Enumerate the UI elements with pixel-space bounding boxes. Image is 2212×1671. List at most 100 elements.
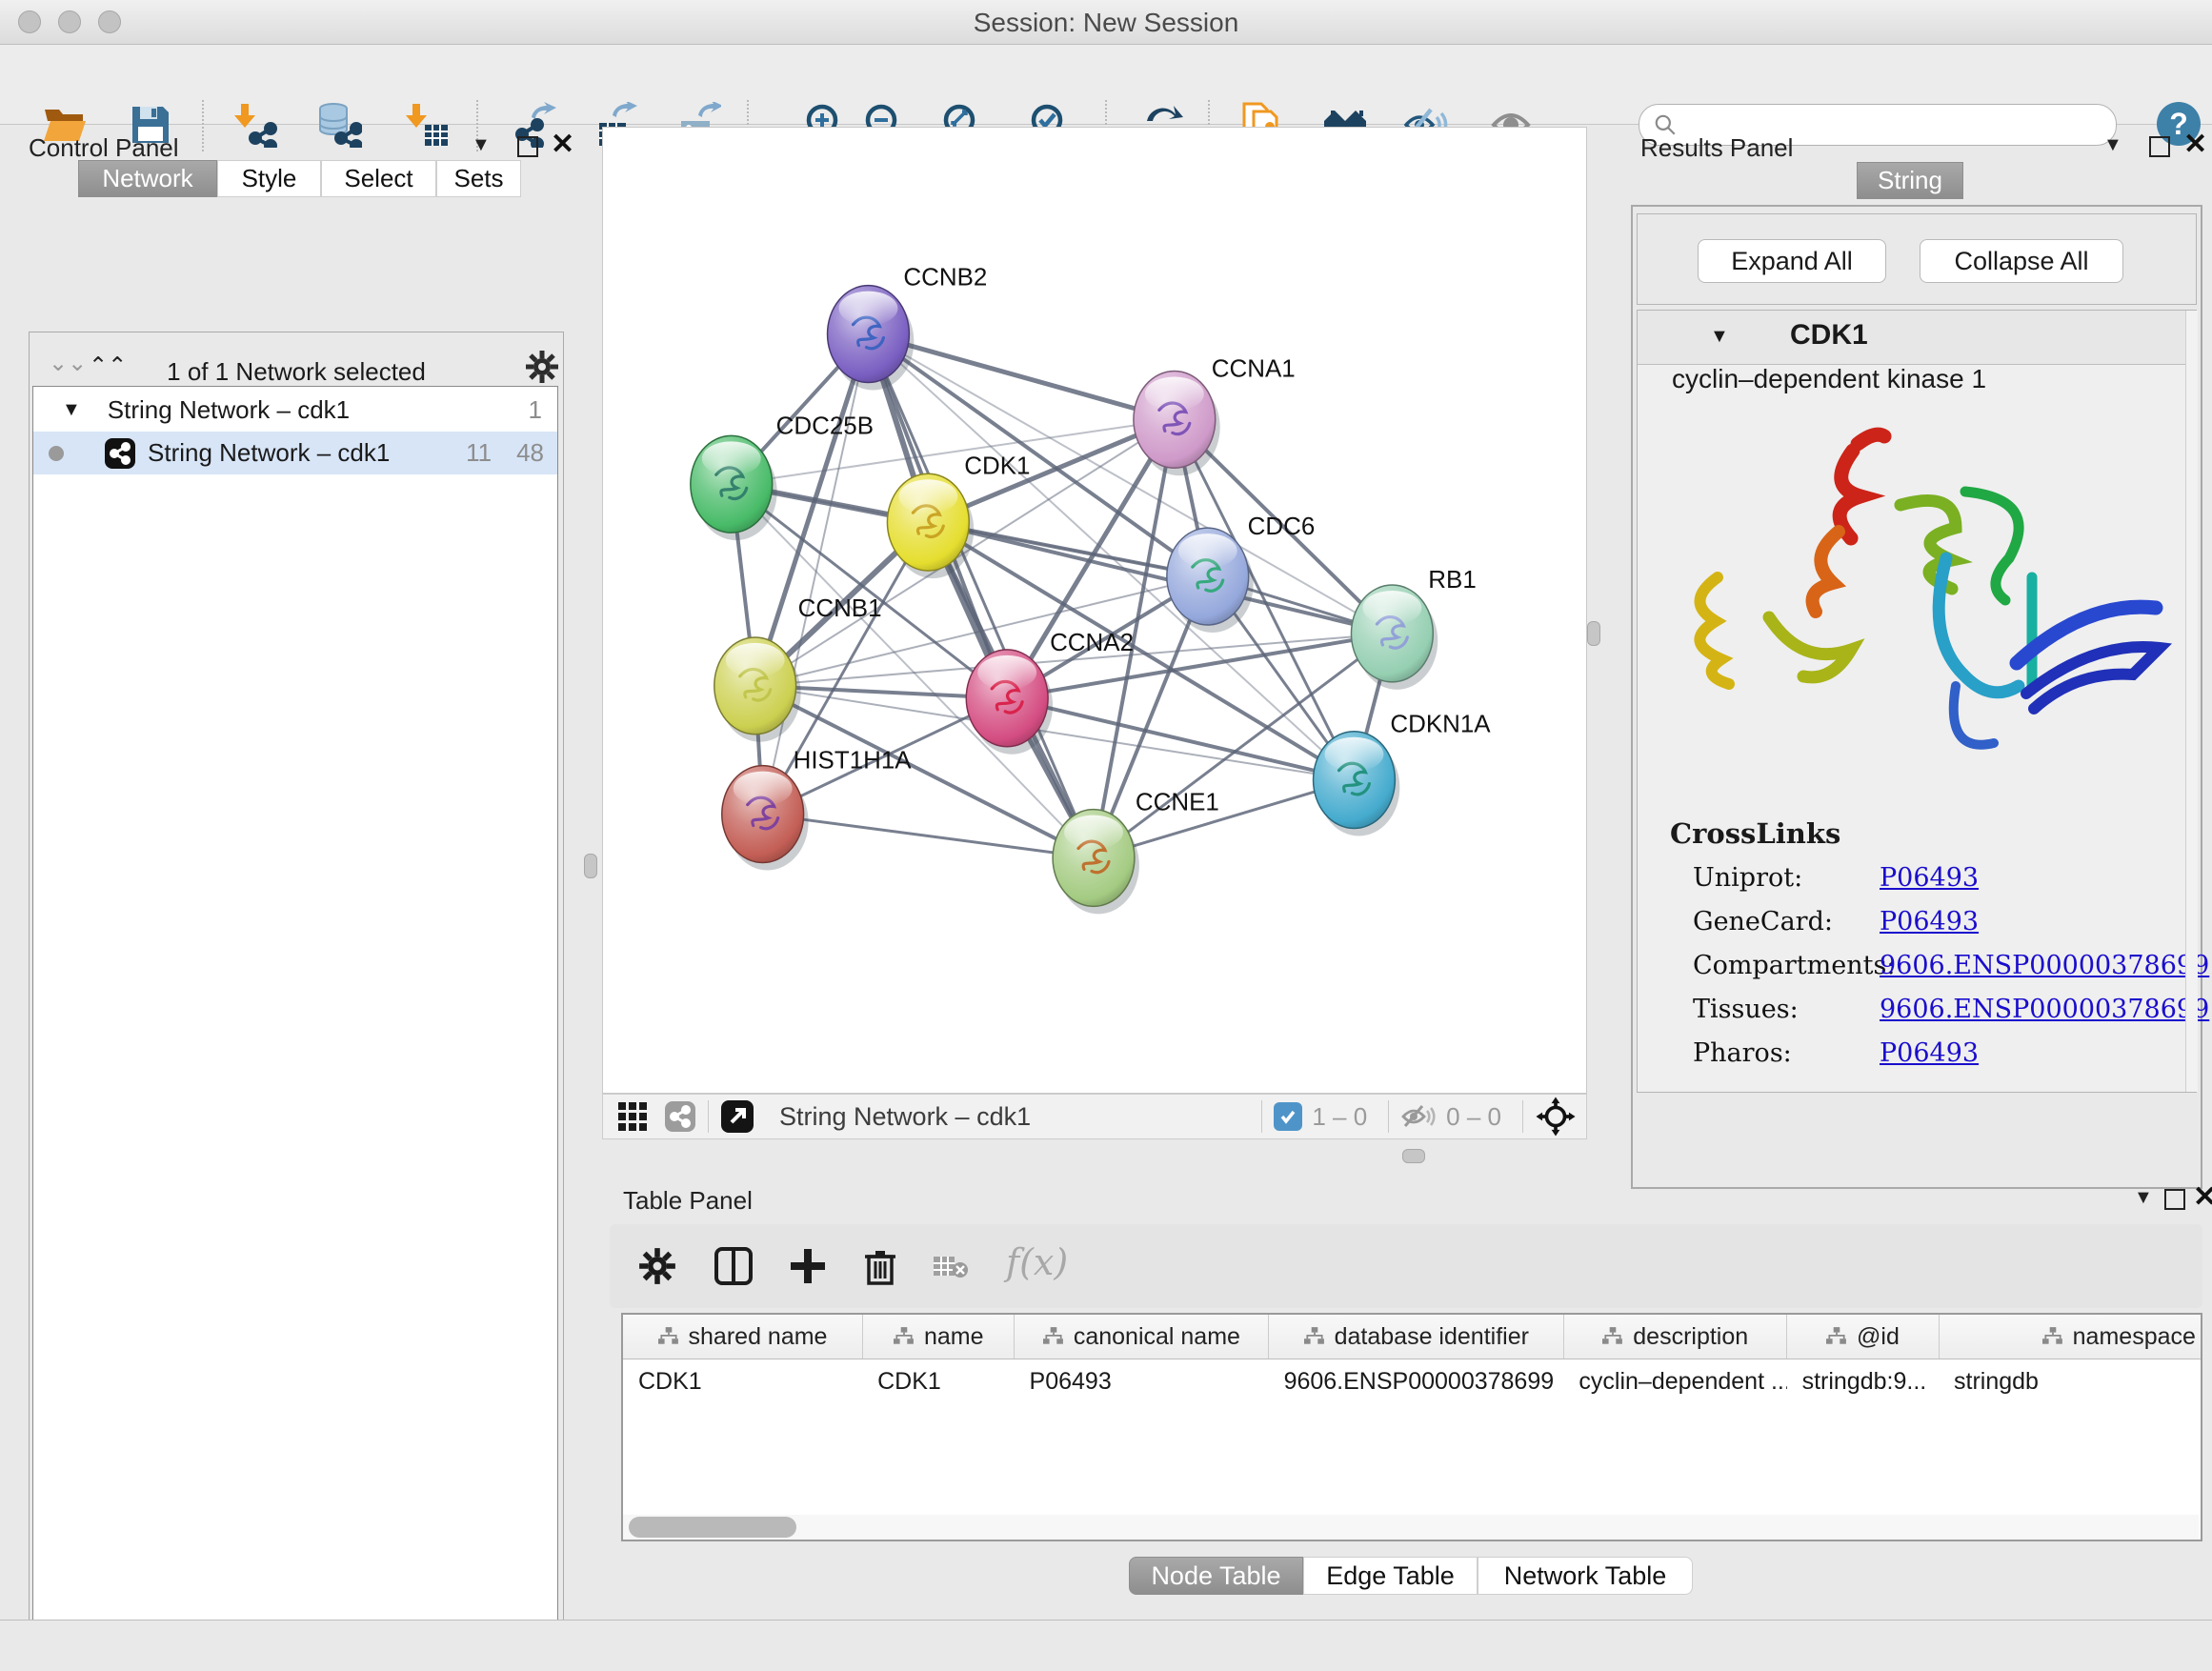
network-node-RB1[interactable] — [1351, 585, 1438, 690]
network-node-HIST1H1A[interactable] — [722, 766, 809, 871]
column-header-canonical-name[interactable]: canonical name — [1014, 1315, 1268, 1359]
delete-column-icon[interactable] — [859, 1245, 901, 1287]
table-row[interactable]: CDK1CDK1P064939606.ENSP00000378699cyclin… — [623, 1359, 2201, 1403]
string-network-graph[interactable]: CCNB2CCNA1CDC25BCDK1CDC6RB1CCNB1CCNA2CDK… — [603, 128, 1586, 1093]
column-header-name[interactable]: name — [862, 1315, 1014, 1359]
results-panel-float-icon[interactable]: ▼ — [2103, 134, 2122, 156]
network-node-CCNA1[interactable] — [1134, 371, 1220, 475]
crosslink-label: Compartments: — [1693, 951, 1895, 980]
node-table[interactable]: shared namename canonical name database id… — [621, 1313, 2202, 1541]
node-label-CDK1: CDK1 — [964, 453, 1030, 479]
table-cell[interactable]: CDK1 — [862, 1359, 1014, 1403]
table-cell[interactable]: 9606.ENSP00000378699 — [1269, 1359, 1564, 1403]
network-node-CCNE1[interactable] — [1053, 810, 1139, 915]
edge-CDK1-RB1[interactable] — [928, 522, 1392, 634]
hidden-counts: 0 – 0 — [1446, 1102, 1501, 1132]
control-panel-maximize-icon[interactable] — [517, 136, 538, 157]
string-view-badge-icon[interactable] — [664, 1100, 696, 1133]
node-label-CDKN1A: CDKN1A — [1390, 712, 1491, 738]
grid-view-icon[interactable] — [616, 1100, 649, 1133]
window-title: Session: New Session — [0, 8, 2212, 38]
network-options-gear-icon[interactable] — [525, 350, 559, 384]
table-cell[interactable]: P06493 — [1015, 1359, 1269, 1403]
tab-edge-table[interactable]: Edge Table — [1303, 1557, 1478, 1595]
gene-collapse-icon[interactable]: ▼ — [1710, 326, 1729, 348]
application-window: Session: New Session — [0, 0, 2212, 1671]
network-node-CDC6[interactable] — [1167, 528, 1254, 633]
birds-eye-crosshair-icon[interactable] — [1535, 1096, 1577, 1137]
crosslink-link[interactable]: P06493 — [1880, 1038, 1979, 1068]
table-panel-float-icon[interactable]: ▼ — [2134, 1187, 2153, 1209]
crosslink-link[interactable]: 9606.ENSP00000378699 — [1880, 995, 2209, 1024]
expand-collapse-box: Expand All Collapse All — [1637, 213, 2197, 305]
node-label-CCNB1: CCNB1 — [798, 595, 882, 622]
tab-network-table[interactable]: Network Table — [1478, 1557, 1693, 1595]
tab-style[interactable]: Style — [217, 160, 321, 197]
tab-node-table[interactable]: Node Table — [1129, 1557, 1303, 1595]
network-node-CCNB2[interactable] — [828, 286, 915, 391]
table-options-gear-icon[interactable] — [638, 1247, 676, 1285]
hidden-eye-icon[interactable] — [1400, 1102, 1437, 1131]
network-item-label: String Network – cdk1 — [148, 438, 390, 468]
function-builder-icon[interactable]: f(x) — [1006, 1241, 1068, 1283]
table-panel-title: Table Panel — [623, 1186, 753, 1216]
network-node-CDKN1A[interactable] — [1314, 732, 1400, 836]
tab-select[interactable]: Select — [321, 160, 436, 197]
control-panel-float-icon[interactable]: ▼ — [472, 134, 491, 156]
collection-expand-icon[interactable]: ▼ — [62, 399, 81, 421]
network-row-selected[interactable]: String Network – cdk1 11 48 — [33, 432, 557, 474]
collapse-all-button[interactable]: Collapse All — [1920, 239, 2123, 283]
tab-string[interactable]: String — [1857, 162, 1963, 199]
expand-all-button[interactable]: Expand All — [1698, 239, 1886, 283]
delete-table-icon[interactable] — [932, 1253, 970, 1281]
table-header-row: shared namename canonical name database id… — [623, 1315, 2201, 1359]
network-canvas[interactable]: CCNB2CCNA1CDC25BCDK1CDC6RB1CCNB1CCNA2CDK… — [602, 127, 1587, 1094]
results-panel-maximize-icon[interactable] — [2149, 136, 2170, 157]
table-cell[interactable]: CDK1 — [623, 1359, 862, 1403]
tab-network[interactable]: Network — [78, 160, 217, 197]
selected-checkbox-icon[interactable] — [1274, 1102, 1302, 1131]
network-collection-row[interactable]: ▼ String Network – cdk1 1 — [33, 389, 557, 432]
edge-CCNA2-CDKN1A[interactable] — [1007, 698, 1354, 780]
column-header-namespace[interactable]: namespace — [1939, 1315, 2201, 1359]
tab-sets[interactable]: Sets — [436, 160, 521, 197]
column-header-shared-name[interactable]: shared name — [623, 1315, 862, 1359]
table-cell[interactable]: stringdb:9... — [1787, 1359, 1939, 1403]
show-columns-icon[interactable] — [713, 1245, 754, 1287]
results-panel-close-icon[interactable]: ✕ — [2183, 134, 2207, 155]
crosslinks-section: CrossLinks Uniprot:P06493GeneCard:P06493… — [1662, 817, 2182, 1094]
column-header-description[interactable]: description — [1563, 1315, 1786, 1359]
crosslink-label: Uniprot: — [1693, 863, 1802, 893]
create-column-icon[interactable] — [787, 1245, 829, 1287]
crosslink-link[interactable]: P06493 — [1880, 907, 1979, 936]
selected-counts: 1 – 0 — [1312, 1102, 1367, 1132]
network-node-CDC25B[interactable] — [691, 435, 777, 540]
table-horizontal-scrollbar[interactable] — [623, 1515, 2199, 1540]
protein-structure-image — [1662, 417, 2177, 798]
node-label-CDC6: CDC6 — [1248, 513, 1316, 540]
left-splitter-handle[interactable] — [584, 854, 597, 878]
network-node-CDK1[interactable] — [887, 473, 974, 578]
edge-HIST1H1A-CCNE1[interactable] — [763, 815, 1094, 858]
column-header-label: canonical name — [1074, 1323, 1240, 1351]
table-cell[interactable]: stringdb — [1939, 1359, 2201, 1403]
bottom-splitter-handle[interactable] — [1402, 1149, 1425, 1163]
table-panel-close-icon[interactable]: ✕ — [2193, 1187, 2212, 1208]
table-cell[interactable]: cyclin–dependent ... — [1563, 1359, 1786, 1403]
table-scrollbar-thumb[interactable] — [629, 1517, 796, 1538]
gene-description: cyclin–dependent kinase 1 — [1672, 364, 1986, 394]
table-panel-maximize-icon[interactable] — [2164, 1189, 2185, 1210]
results-scrollbar[interactable] — [2185, 311, 2198, 1092]
column-header-database-identifier[interactable]: database identifier — [1268, 1315, 1563, 1359]
column-header-label: description — [1633, 1323, 1748, 1351]
control-panel-close-icon[interactable]: ✕ — [551, 134, 574, 155]
node-label-CCNE1: CCNE1 — [1136, 790, 1219, 816]
results-panel-title: Results Panel — [1640, 133, 1793, 163]
edge-CCNB2-HIST1H1A[interactable] — [763, 334, 869, 815]
gene-header-row[interactable]: ▼ CDK1 — [1638, 311, 2196, 365]
open-view-window-icon[interactable] — [720, 1099, 754, 1134]
crosslink-link[interactable]: P06493 — [1880, 863, 1979, 893]
right-splitter-handle[interactable] — [1587, 621, 1600, 646]
crosslink-link[interactable]: 9606.ENSP00000378699 — [1880, 951, 2209, 980]
column-header--id[interactable]: @id — [1786, 1315, 1938, 1359]
